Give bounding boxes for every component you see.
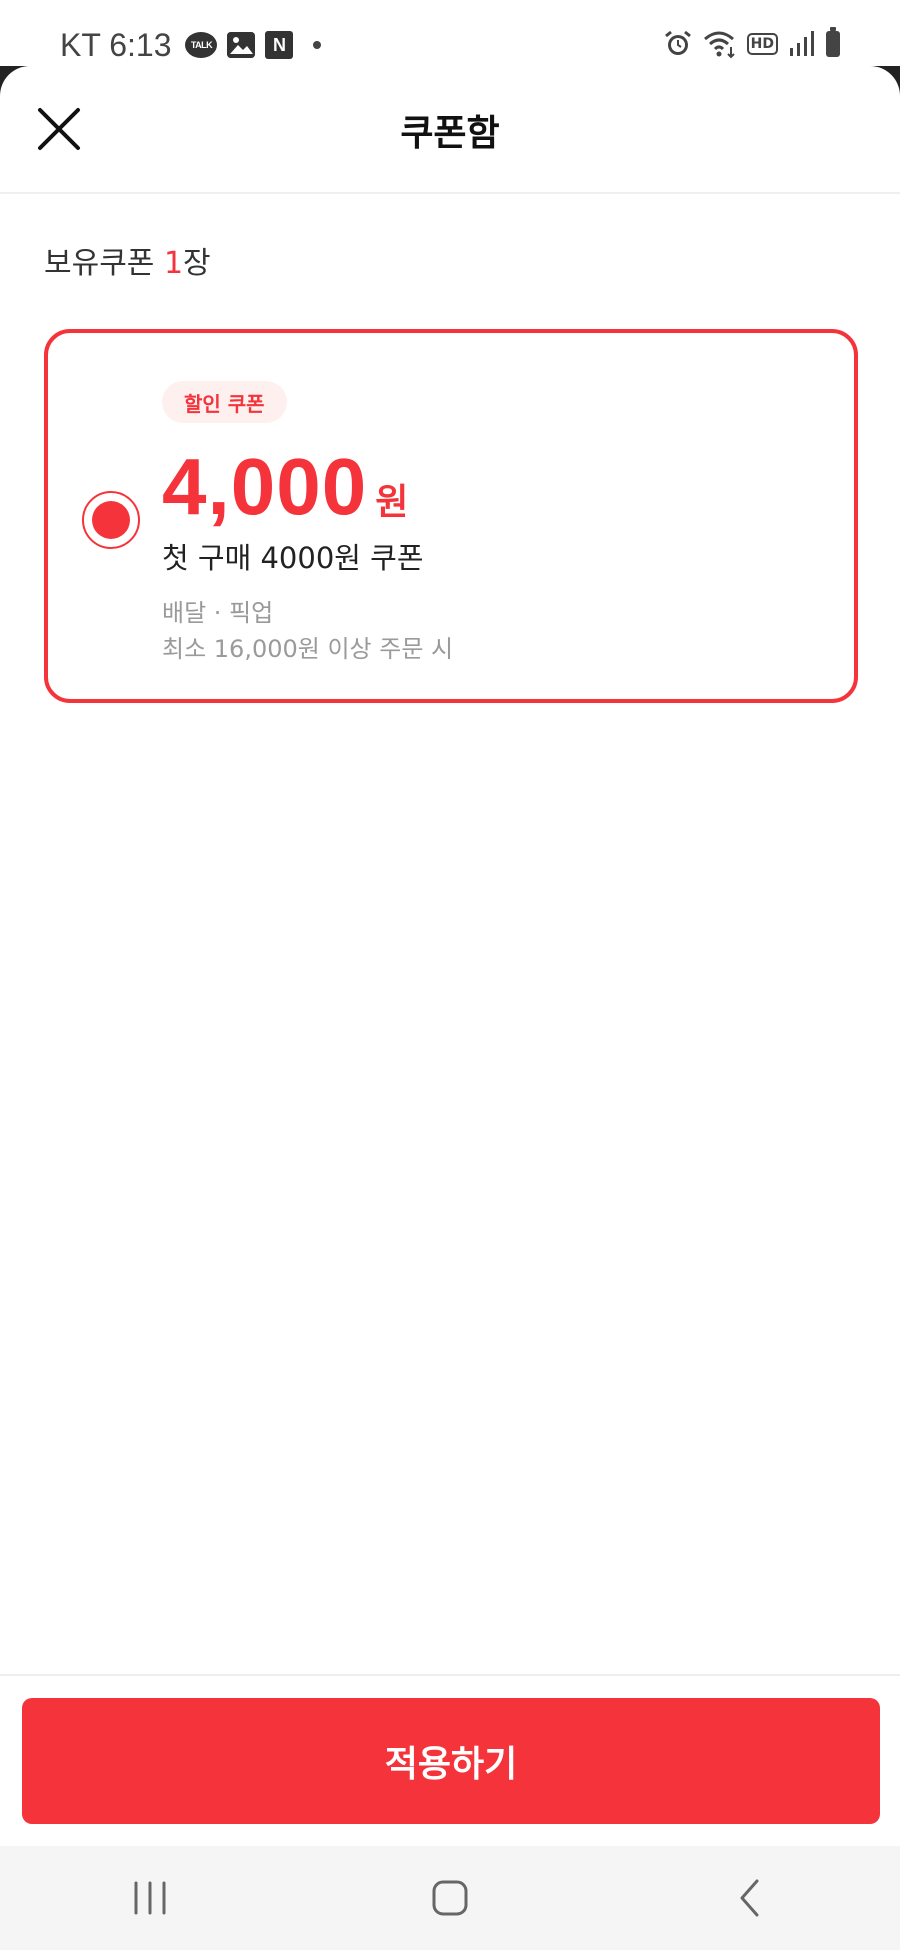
status-left: KT 6:13 TALK N	[60, 22, 322, 68]
header: 쿠폰함	[0, 66, 900, 194]
radio-dot	[92, 501, 130, 539]
coupon-count-suffix: 장	[183, 246, 211, 281]
recent-apps-button[interactable]	[90, 1853, 210, 1943]
coupon-amount-row: 4,000 원	[162, 441, 408, 533]
coupon-count-number: 1	[163, 246, 184, 281]
coupon-card[interactable]: 할인 쿠폰 4,000 원 첫 구매 4000원 쿠폰 배달 · 픽업 최소 1…	[44, 329, 858, 703]
wifi-icon	[703, 29, 737, 59]
coupon-count-prefix: 보유쿠폰	[44, 246, 164, 281]
coupon-amount-unit: 원	[375, 482, 409, 523]
page-title: 쿠폰함	[400, 113, 500, 154]
coupon-badge: 할인 쿠폰	[162, 381, 287, 423]
coupon-name: 첫 구매 4000원 쿠폰	[162, 541, 424, 575]
alarm-icon	[663, 29, 693, 59]
carrier-time: KT 6:13	[60, 26, 172, 63]
coupon-radio-selected[interactable]	[82, 491, 140, 549]
home-button[interactable]	[390, 1853, 510, 1943]
signal-icon	[788, 30, 816, 58]
battery-icon	[826, 27, 840, 57]
coupon-type: 배달 · 픽업	[162, 599, 274, 627]
naver-icon: N	[265, 31, 294, 59]
dot-icon	[313, 41, 322, 49]
coupon-amount: 4,000	[162, 442, 368, 531]
system-nav-bar	[0, 1846, 900, 1950]
back-button[interactable]	[690, 1853, 810, 1943]
gallery-icon	[227, 32, 256, 58]
footer-divider	[0, 1674, 900, 1676]
hd-icon: HD	[746, 33, 778, 55]
coupon-condition: 최소 16,000원 이상 주문 시	[162, 635, 454, 663]
status-right: HD	[663, 26, 840, 62]
kakaotalk-icon: TALK	[185, 32, 218, 58]
recent-apps-icon	[134, 1881, 166, 1915]
coupon-box-screen: KT 6:13 TALK N HD 쿠폰함 보유쿠폰 1장 할인 쿠폰 4,00…	[0, 0, 900, 1950]
coupon-count: 보유쿠폰 1장	[44, 238, 211, 282]
status-bar: KT 6:13 TALK N HD	[0, 0, 900, 66]
home-icon	[432, 1880, 468, 1916]
apply-button[interactable]: 적용하기	[22, 1698, 880, 1824]
back-icon	[740, 1879, 759, 1917]
